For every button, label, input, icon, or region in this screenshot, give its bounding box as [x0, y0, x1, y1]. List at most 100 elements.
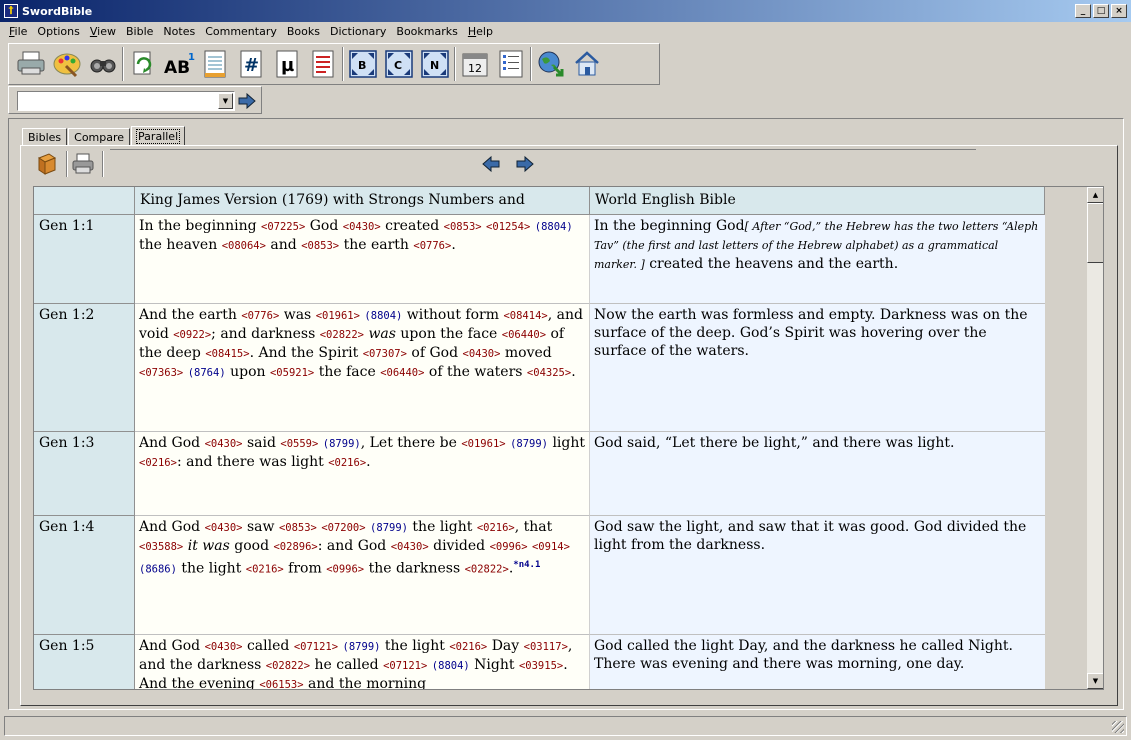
notes-icon[interactable]: [305, 46, 341, 82]
vertical-scrollbar[interactable]: ▲ ▼: [1086, 187, 1103, 689]
home-icon[interactable]: [569, 46, 605, 82]
strongs-number[interactable]: <06440>: [502, 329, 546, 341]
strongs-number[interactable]: <05921>: [270, 367, 314, 379]
verse-ref[interactable]: Gen 1:2: [34, 304, 135, 432]
strongs-number[interactable]: <0996>: [326, 564, 364, 576]
strongs-number[interactable]: <02822>: [266, 660, 310, 672]
menu-item[interactable]: Notes: [158, 23, 200, 41]
kjv-verse[interactable]: And God <0430> saw <0853> <07200> (8799)…: [135, 516, 590, 635]
menu-item[interactable]: Bible: [121, 23, 158, 41]
strongs-number[interactable]: <08064>: [222, 240, 266, 252]
strongs-number[interactable]: <0216>: [328, 457, 366, 469]
menu-item[interactable]: Bookmarks: [391, 23, 462, 41]
strongs-number[interactable]: <0914>: [532, 541, 570, 553]
strongs-number[interactable]: <0430>: [463, 348, 501, 360]
verse-ref[interactable]: Gen 1:3: [34, 432, 135, 516]
strongs-number[interactable]: <0216>: [477, 522, 515, 534]
strongs-number[interactable]: <02896>: [273, 541, 317, 553]
list-icon[interactable]: [493, 46, 529, 82]
strongs-number[interactable]: <03117>: [524, 641, 568, 653]
strongs-number[interactable]: <02822>: [465, 564, 509, 576]
kjv-verse[interactable]: And the earth <0776> was <01961> (8804) …: [135, 304, 590, 432]
strongs-number[interactable]: <0430>: [205, 522, 243, 534]
resize-grip-icon[interactable]: [1112, 721, 1124, 733]
web-verse[interactable]: God called the light Day, and the darkne…: [590, 635, 1045, 689]
strongs-number[interactable]: <07121>: [383, 660, 427, 672]
strongs-number[interactable]: <04325>: [527, 367, 571, 379]
menu-item[interactable]: Options: [32, 23, 84, 41]
globe-download-icon[interactable]: [533, 46, 569, 82]
strongs-number[interactable]: <01961>: [316, 310, 360, 322]
menu-item[interactable]: File: [4, 23, 32, 41]
next-arrow-icon[interactable]: [512, 151, 538, 177]
passage-combo[interactable]: ▼: [17, 91, 235, 111]
palette-icon[interactable]: [49, 46, 85, 82]
strongs-number[interactable]: <07225>: [261, 221, 305, 233]
close-button[interactable]: ×: [1111, 4, 1127, 18]
strongs-number[interactable]: <0559>: [280, 438, 318, 450]
strongs-number[interactable]: <0853>: [444, 221, 482, 233]
strongs-number[interactable]: <06153>: [259, 679, 303, 689]
morph-code[interactable]: (8804): [432, 660, 470, 672]
morph-code[interactable]: (8686): [139, 564, 177, 576]
menu-item[interactable]: Help: [463, 23, 498, 41]
strongs-number[interactable]: <0430>: [343, 221, 381, 233]
strongs-number[interactable]: <03588>: [139, 541, 183, 553]
strongs-number[interactable]: <0853>: [301, 240, 339, 252]
strongs-number[interactable]: <0216>: [139, 457, 177, 469]
strongs-number[interactable]: <0922>: [173, 329, 211, 341]
strongs-number[interactable]: <06440>: [380, 367, 424, 379]
strongs-number[interactable]: <0216>: [449, 641, 487, 653]
strongs-number[interactable]: <07307>: [363, 348, 407, 360]
kjv-verse[interactable]: And God <0430> called <07121> (8799) the…: [135, 635, 590, 689]
strongs-number[interactable]: <01961>: [461, 438, 505, 450]
previous-arrow-icon[interactable]: [478, 151, 504, 177]
printer-icon[interactable]: [13, 46, 49, 82]
footnote-marker[interactable]: *n4.1: [513, 560, 540, 570]
morph-code[interactable]: (8799): [323, 438, 361, 450]
menu-item[interactable]: Commentary: [200, 23, 282, 41]
tab-bibles[interactable]: Bibles: [22, 128, 68, 146]
verse-ref[interactable]: Gen 1:5: [34, 635, 135, 689]
strongs-number[interactable]: <0216>: [246, 564, 284, 576]
scroll-thumb[interactable]: [1087, 203, 1103, 263]
book-icon[interactable]: [34, 151, 60, 177]
morph-code[interactable]: (8799): [370, 522, 408, 534]
scroll-up-icon[interactable]: ▲: [1087, 187, 1103, 203]
calendar-icon[interactable]: 12: [457, 46, 493, 82]
web-verse[interactable]: In the beginning God[ After “God,” the H…: [590, 215, 1045, 304]
strongs-number[interactable]: <0430>: [205, 438, 243, 450]
strongs-number[interactable]: <07121>: [294, 641, 338, 653]
kjv-verse[interactable]: And God <0430> said <0559> (8799), Let t…: [135, 432, 590, 516]
strongs-number[interactable]: <0776>: [241, 310, 279, 322]
menu-item[interactable]: View: [85, 23, 121, 41]
strongs-number[interactable]: <01254>: [486, 221, 530, 233]
scroll-down-icon[interactable]: ▼: [1087, 673, 1103, 689]
tab-parallel[interactable]: Parallel: [131, 126, 186, 146]
strongs-number[interactable]: <0430>: [205, 641, 243, 653]
strongs-number[interactable]: <02822>: [320, 329, 364, 341]
strongs-icon[interactable]: #: [233, 46, 269, 82]
minimize-button[interactable]: _: [1075, 4, 1091, 18]
verse-ref[interactable]: Gen 1:4: [34, 516, 135, 635]
web-verse[interactable]: God saw the light, and saw that it was g…: [590, 516, 1045, 635]
strongs-number[interactable]: <08415>: [205, 348, 249, 360]
strongs-number[interactable]: <07363>: [139, 367, 183, 379]
strongs-number[interactable]: <03915>: [519, 660, 563, 672]
printer-icon[interactable]: [70, 151, 96, 177]
bible-window-icon[interactable]: B: [345, 46, 381, 82]
kjv-verse[interactable]: In the beginning <07225> God <0430> crea…: [135, 215, 590, 304]
maximize-button[interactable]: □: [1093, 4, 1109, 18]
notes-window-icon[interactable]: N: [417, 46, 453, 82]
menu-item[interactable]: Dictionary: [325, 23, 391, 41]
morph-code[interactable]: (8799): [510, 438, 548, 450]
menu-item[interactable]: Books: [282, 23, 325, 41]
morph-code[interactable]: (8764): [188, 367, 226, 379]
morph-code[interactable]: (8799): [343, 641, 381, 653]
web-verse[interactable]: God said, “Let there be light,” and ther…: [590, 432, 1045, 516]
strongs-number[interactable]: <0430>: [391, 541, 429, 553]
verse-ref[interactable]: Gen 1:1: [34, 215, 135, 304]
tab-compare[interactable]: Compare: [68, 128, 131, 146]
strongs-number[interactable]: <07200>: [321, 522, 365, 534]
font-size-icon[interactable]: AB 1: [161, 46, 197, 82]
